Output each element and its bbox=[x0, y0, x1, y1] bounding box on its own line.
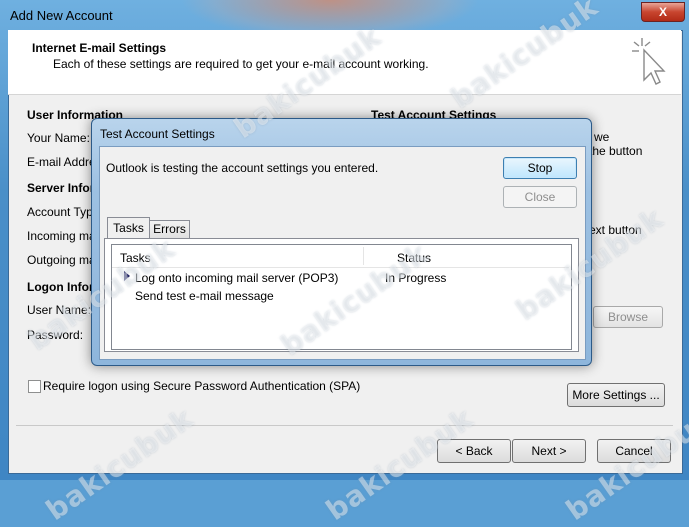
server-info-heading: Server Infor bbox=[27, 181, 95, 195]
outgoing-mail-label: Outgoing mail bbox=[27, 253, 102, 267]
close-icon: X bbox=[658, 5, 667, 19]
dialog-close-button[interactable]: Close bbox=[503, 186, 577, 208]
header-subtitle: Each of these settings are required to g… bbox=[53, 57, 429, 71]
test-text-line2: the button bbox=[589, 144, 643, 158]
stop-button[interactable]: Stop bbox=[503, 157, 577, 179]
browse-button[interactable]: Browse bbox=[593, 306, 663, 328]
next-button[interactable]: Next > bbox=[512, 439, 586, 463]
header-title: Internet E-mail Settings bbox=[32, 41, 167, 55]
dialog-title: Test Account Settings bbox=[100, 127, 215, 141]
more-settings-button[interactable]: More Settings ... bbox=[567, 383, 665, 407]
list-column-header bbox=[112, 245, 569, 268]
column-divider bbox=[363, 247, 364, 265]
spa-label: Require logon using Secure Password Auth… bbox=[43, 379, 361, 393]
sparkle-cursor-icon bbox=[632, 38, 666, 85]
incoming-mail-label: Incoming mail bbox=[27, 229, 102, 243]
dialog-message: Outlook is testing the account settings … bbox=[106, 161, 379, 175]
task-row-2-name: Send test e-mail message bbox=[135, 289, 274, 303]
your-name-label: Your Name: bbox=[27, 131, 90, 145]
footer-divider bbox=[16, 425, 673, 426]
account-type-label: Account Type bbox=[27, 205, 100, 219]
spa-checkbox[interactable] bbox=[28, 380, 41, 393]
task-row-1-name: Log onto incoming mail server (POP3) bbox=[135, 271, 339, 285]
window-title: Add New Account bbox=[10, 8, 113, 23]
tab-tasks[interactable]: Tasks bbox=[107, 217, 150, 238]
test-text-line1: we bbox=[594, 130, 610, 144]
window-close-button[interactable]: X bbox=[641, 2, 685, 22]
